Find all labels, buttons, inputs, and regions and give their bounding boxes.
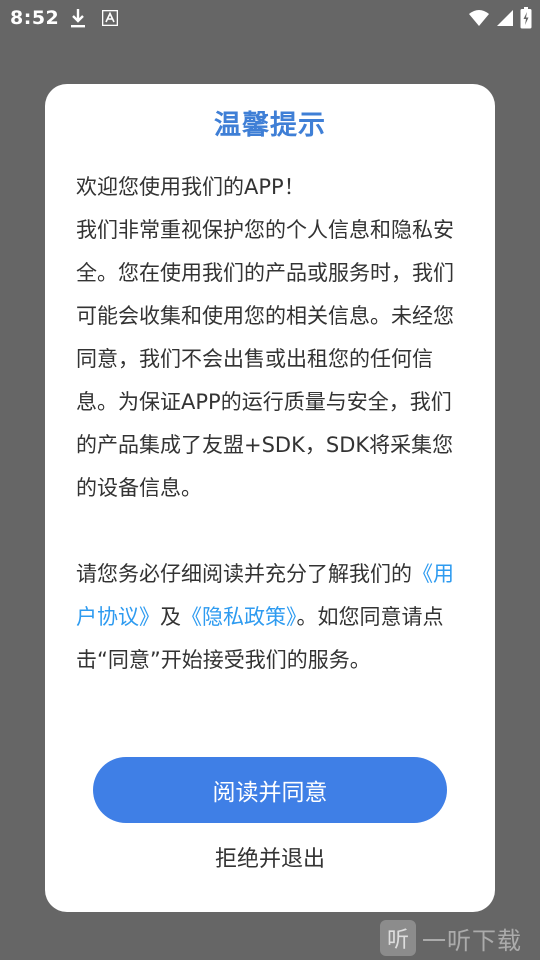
a-notification-icon [102, 10, 118, 26]
agreement-prompt-prefix: 请您务必仔细阅读并充分了解我们的 [76, 562, 412, 586]
privacy-policy-link[interactable]: 《隐私政策》 [181, 605, 297, 629]
agree-button[interactable]: 阅读并同意 [93, 757, 447, 823]
cellular-signal-icon [497, 10, 513, 26]
conjunction-text: 及 [160, 605, 181, 629]
privacy-statement: 我们非常重视保护您的个人信息和隐私安全。您在使用我们的产品或服务时，我们可能会收… [76, 218, 454, 500]
watermark-text: 一听下载 [422, 926, 522, 955]
status-time: 8:52 [10, 7, 60, 29]
dialog-title: 温馨提示 [214, 110, 326, 141]
status-icons-right [468, 6, 532, 30]
welcome-text: 欢迎您使用我们的APP！ [76, 175, 305, 199]
download-icon [71, 9, 85, 28]
wifi-icon [469, 10, 489, 26]
reject-exit-button[interactable]: 拒绝并退出 [170, 838, 370, 876]
agreement-prompt: 请您务必仔细阅读并充分了解我们的《用户协议》及《隐私政策》。如您同意请点击“同意… [76, 553, 472, 682]
battery-charging-icon [520, 7, 532, 29]
watermark: 听 一听下载 [380, 916, 540, 960]
screen: 8:52 温馨提示 欢迎您使用我们的APP！ 我们非常重视保护您的个人信息和隐私… [0, 0, 540, 960]
status-bar: 8:52 [0, 0, 540, 36]
watermark-logo: 听 [380, 920, 416, 956]
dialog-body: 欢迎您使用我们的APP！ 我们非常重视保护您的个人信息和隐私安全。您在使用我们的… [76, 166, 472, 682]
